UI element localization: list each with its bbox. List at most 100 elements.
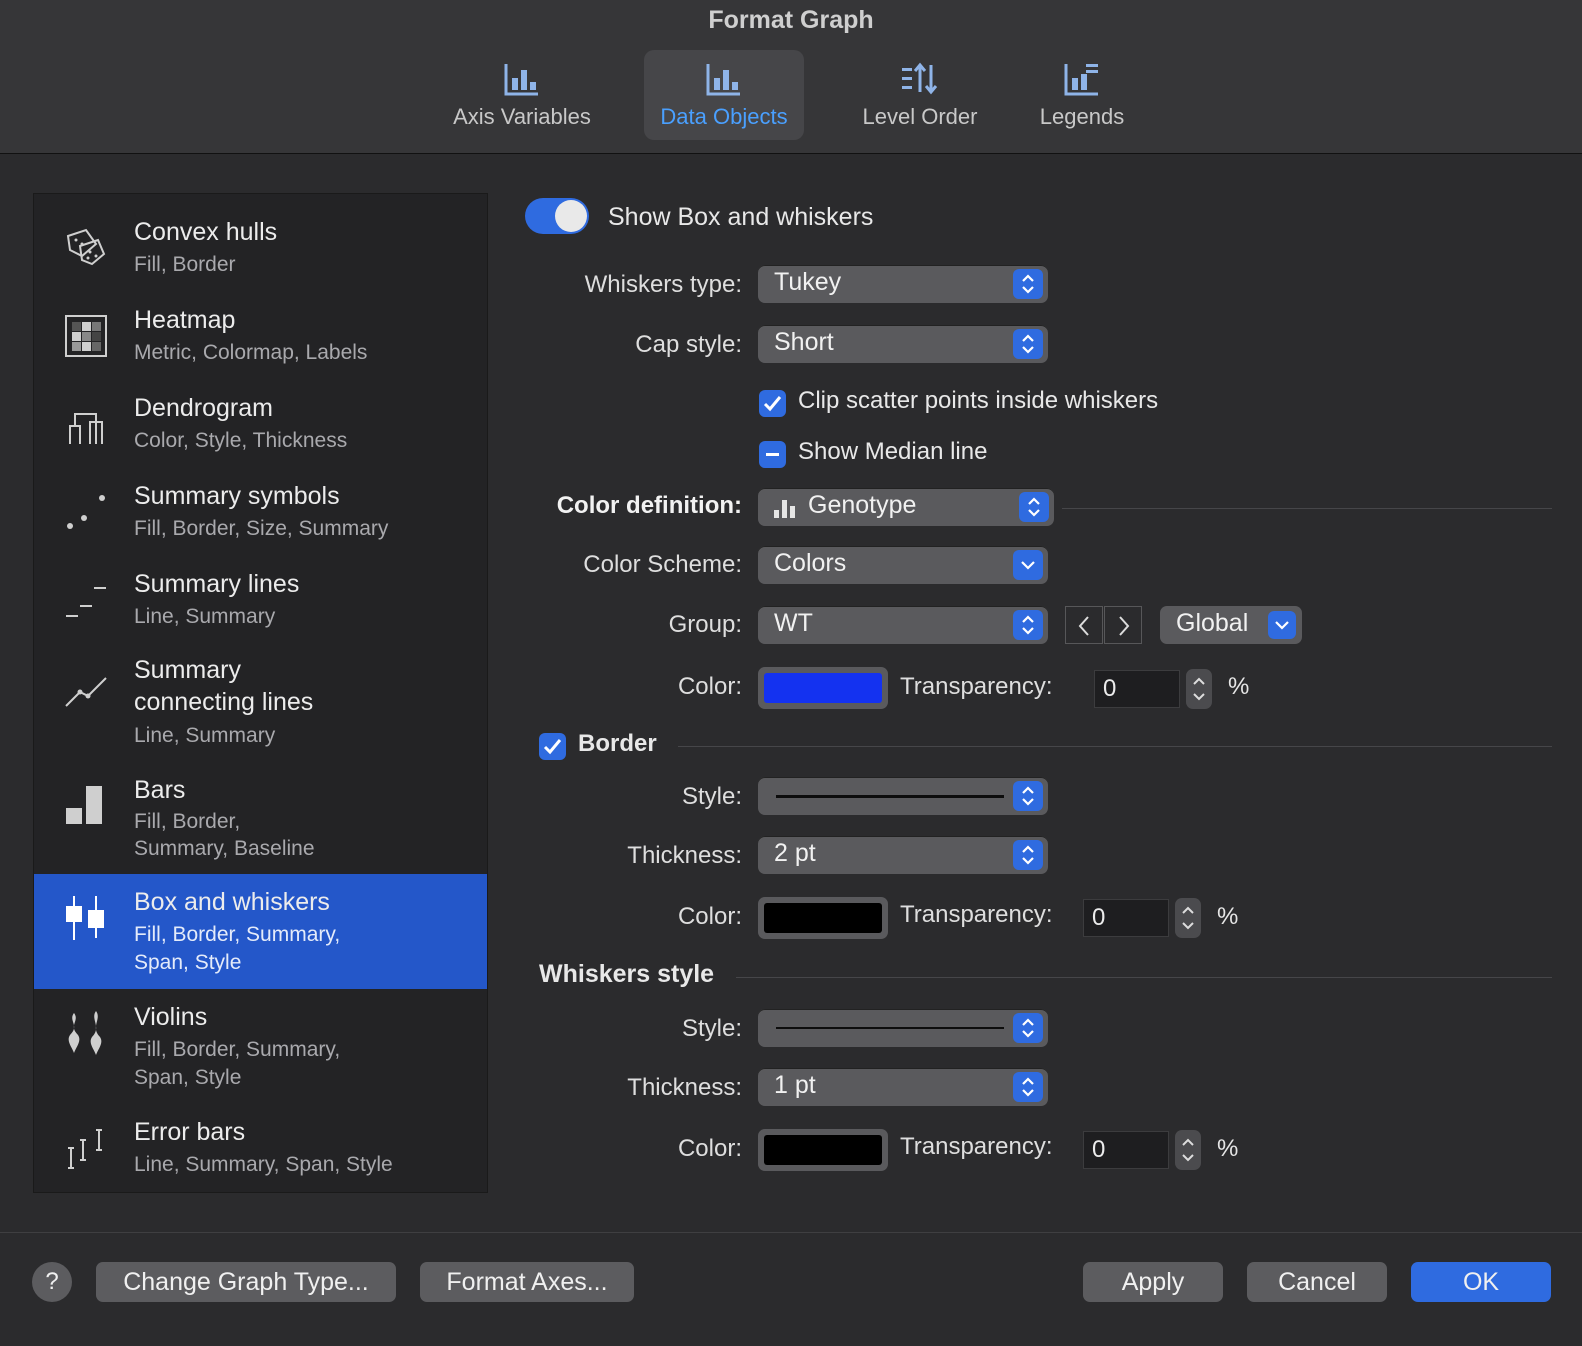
- summary-lines-icon: [66, 587, 106, 617]
- chevron-left-icon: [1078, 616, 1089, 636]
- updown-arrows-icon: [1013, 610, 1043, 640]
- cancel-button[interactable]: Cancel: [1247, 1262, 1387, 1302]
- border-color-well[interactable]: [758, 897, 888, 939]
- updown-arrows-icon: [1013, 1072, 1043, 1102]
- summary-symbols-icon: [67, 495, 105, 529]
- stepper-arrows-icon: [1182, 906, 1194, 930]
- list-item-heatmap[interactable]: Heatmap Metric, Colormap, Labels: [34, 282, 487, 370]
- show-median-checkbox[interactable]: [759, 441, 786, 468]
- separator: [736, 977, 1552, 978]
- previous-group-button[interactable]: [1065, 606, 1103, 644]
- border-checkbox[interactable]: [539, 733, 566, 760]
- whiskers-thickness-label: Thickness:: [627, 1074, 742, 1101]
- list-item-title: Summary symbols: [134, 482, 340, 510]
- ok-button[interactable]: OK: [1411, 1262, 1551, 1302]
- whiskers-type-popup[interactable]: Tukey: [758, 265, 1048, 303]
- help-button[interactable]: ?: [32, 1262, 72, 1302]
- toggle-knob: [555, 200, 587, 232]
- border-thickness-popup[interactable]: 2 pt: [758, 836, 1048, 874]
- chevron-down-icon: [1013, 550, 1043, 580]
- tab-legends-label: Legends: [1039, 104, 1125, 129]
- list-item-subtitle: Fill, Border,: [134, 810, 241, 833]
- format-axes-button[interactable]: Format Axes...: [420, 1262, 634, 1302]
- list-item-error-bars[interactable]: Error bars Line, Summary, Span, Style: [34, 1104, 487, 1192]
- list-item-subtitle: Fill, Border: [134, 253, 236, 276]
- whiskers-type-label: Whiskers type:: [584, 271, 742, 298]
- chevron-right-icon: [1119, 616, 1130, 636]
- border-percent-label: %: [1217, 903, 1239, 930]
- list-item-title: Summary: [134, 656, 241, 684]
- list-item-subtitle: Fill, Border, Summary,: [134, 1038, 341, 1061]
- color-definition-popup[interactable]: Genotype: [758, 488, 1054, 526]
- list-item-title: Box and whiskers: [134, 888, 330, 916]
- toolbar: Format Graph Axis Variables Data Objects…: [0, 0, 1582, 154]
- tab-data-objects-label: Data Objects: [660, 104, 788, 129]
- list-item-title: Heatmap: [134, 306, 236, 334]
- tab-level-order[interactable]: Level Order: [840, 50, 1000, 140]
- cap-style-popup[interactable]: Short: [758, 325, 1048, 363]
- whiskers-color-label: Color:: [677, 1135, 742, 1162]
- checkmark-icon: [763, 396, 782, 412]
- border-transparency-input[interactable]: 0: [1083, 899, 1169, 937]
- list-item-summary-symbols[interactable]: Summary symbols Fill, Border, Size, Summ…: [34, 458, 487, 546]
- border-transparency-stepper[interactable]: [1175, 898, 1201, 938]
- list-item-subtitle: Fill, Border, Size, Summary: [134, 517, 389, 540]
- whiskers-style-popup[interactable]: [758, 1009, 1048, 1047]
- color-scheme-value: Colors: [774, 549, 847, 577]
- list-item-box-and-whiskers[interactable]: Box and whiskers Fill, Border, Summary, …: [34, 874, 487, 989]
- violins-icon: [68, 1011, 102, 1055]
- line-style-sample: [776, 795, 1004, 798]
- whiskers-thickness-popup[interactable]: 1 pt: [758, 1068, 1048, 1106]
- line-style-sample: [776, 1027, 1004, 1029]
- fill-transparency-input[interactable]: 0: [1094, 670, 1180, 708]
- data-objects-list: Convex hulls Fill, Border Heatmap Metric…: [33, 193, 488, 1193]
- list-item-convex-hulls[interactable]: Convex hulls Fill, Border: [34, 194, 487, 282]
- border-transparency-value: 0: [1092, 904, 1106, 931]
- clip-scatter-label: Clip scatter points inside whiskers: [798, 387, 1159, 414]
- list-item-bars[interactable]: Bars Fill, Border, Summary, Baseline: [34, 754, 487, 874]
- list-item-violins[interactable]: Violins Fill, Border, Summary, Span, Sty…: [34, 989, 487, 1104]
- color-definition-label: Color definition:: [556, 492, 742, 519]
- border-transparency-label: Transparency:: [900, 901, 1053, 928]
- tab-data-objects[interactable]: Data Objects: [644, 50, 804, 140]
- separator: [1062, 508, 1552, 509]
- updown-arrows-icon: [1013, 329, 1043, 359]
- clip-scatter-checkbox[interactable]: [759, 390, 786, 417]
- show-median-label: Show Median line: [798, 438, 988, 465]
- tab-legends[interactable]: Legends: [1012, 50, 1152, 140]
- tab-axis-variables[interactable]: Axis Variables: [440, 50, 604, 140]
- error-bars-icon: [68, 1129, 102, 1169]
- whiskers-color-well[interactable]: [758, 1129, 888, 1171]
- whiskers-transparency-input[interactable]: 0: [1083, 1131, 1169, 1169]
- list-item-title: Dendrogram: [134, 394, 273, 422]
- updown-arrows-icon: [1013, 781, 1043, 811]
- show-box-whiskers-toggle[interactable]: [525, 198, 589, 234]
- apply-button[interactable]: Apply: [1083, 1262, 1223, 1302]
- border-color-swatch: [764, 903, 882, 933]
- global-popup[interactable]: Global: [1160, 606, 1302, 644]
- color-definition-value: Genotype: [808, 491, 917, 519]
- list-item-title: Violins: [134, 1003, 208, 1031]
- border-style-popup[interactable]: [758, 777, 1048, 815]
- list-item-summary-connecting-lines[interactable]: Summary connecting lines Line, Summary: [34, 634, 487, 754]
- next-group-button[interactable]: [1104, 606, 1142, 644]
- convex-hulls-icon: [66, 228, 106, 266]
- global-value: Global: [1176, 609, 1249, 637]
- list-item-subtitle: Fill, Border, Summary,: [134, 923, 341, 946]
- fill-transparency-stepper[interactable]: [1186, 669, 1212, 709]
- list-item-summary-lines[interactable]: Summary lines Line, Summary: [34, 546, 487, 634]
- fill-color-label: Color:: [677, 673, 742, 700]
- column-variable-icon: [774, 500, 795, 518]
- cap-style-label: Cap style:: [635, 331, 742, 358]
- color-scheme-popup[interactable]: Colors: [758, 546, 1048, 584]
- group-value: WT: [774, 609, 813, 637]
- group-popup[interactable]: WT: [758, 606, 1048, 644]
- bars-icon: [66, 786, 102, 824]
- fill-color-well[interactable]: [758, 667, 888, 709]
- whiskers-thickness-value: 1 pt: [774, 1071, 816, 1099]
- change-graph-type-button[interactable]: Change Graph Type...: [96, 1262, 396, 1302]
- list-item-dendrogram[interactable]: Dendrogram Color, Style, Thickness: [34, 370, 487, 458]
- chevron-down-icon: [1268, 611, 1296, 639]
- list-item-title: Convex hulls: [134, 218, 278, 246]
- whiskers-transparency-stepper[interactable]: [1175, 1130, 1201, 1170]
